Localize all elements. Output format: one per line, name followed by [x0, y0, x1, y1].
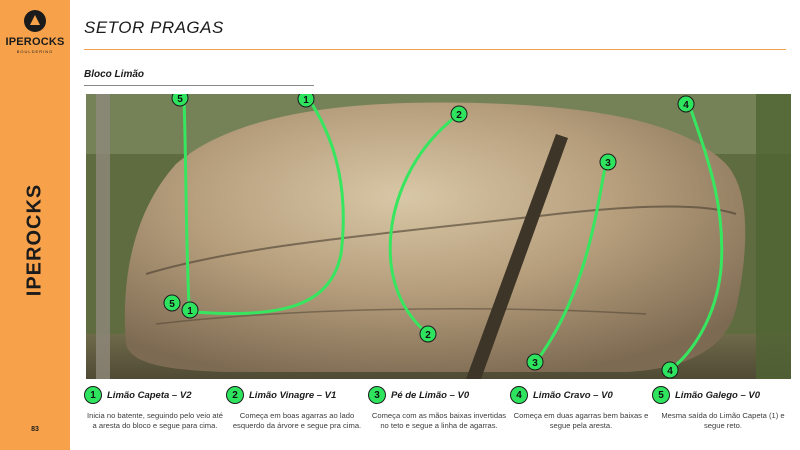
svg-text:3: 3: [605, 158, 611, 169]
sidebar: IPEROCKS BOULDERING IPEROCKS 83: [0, 0, 70, 450]
svg-text:3: 3: [532, 358, 538, 369]
marker-end-2: 2: [419, 325, 437, 343]
subtitle-divider: [84, 85, 314, 86]
route-number-badge: 2: [226, 386, 244, 404]
page-title: SETOR PRAGAS: [84, 18, 224, 37]
brand-logo: IPEROCKS BOULDERING: [0, 10, 70, 54]
tree-trunk-left: [96, 94, 110, 379]
title-divider: [84, 49, 786, 50]
route-item-5: 5 Limão Galego – V0 Mesma saída do Limão…: [652, 386, 794, 431]
foliage-right: [756, 94, 791, 379]
route-number-badge: 1: [84, 386, 102, 404]
route-description: Inicia no batente, seguindo pelo veio at…: [87, 411, 223, 430]
route-number-badge: 5: [652, 386, 670, 404]
route-number-badge: 3: [368, 386, 386, 404]
marker-end-4: 4: [661, 361, 679, 379]
route-header: 1 Limão Capeta – V2: [84, 386, 226, 404]
route-number-badge: 4: [510, 386, 528, 404]
route-header: 2 Limão Vinagre – V1: [226, 386, 368, 404]
route-item-4: 4 Limão Cravo – V0 Começa em duas agarra…: [510, 386, 652, 431]
svg-text:4: 4: [667, 366, 673, 377]
svg-text:1: 1: [187, 306, 193, 317]
svg-text:4: 4: [683, 100, 689, 111]
route-name: Limão Cravo – V0: [533, 389, 613, 401]
marker-end-5: 5: [163, 294, 181, 312]
svg-text:2: 2: [425, 330, 431, 341]
svg-text:1: 1: [303, 95, 309, 106]
route-description: Começa em duas agarras bem baixas e segu…: [513, 411, 649, 430]
route-name: Limão Galego – V0: [675, 389, 760, 401]
marker-start-4: 4: [677, 95, 695, 113]
marker-start-1: 1: [297, 94, 315, 108]
svg-text:5: 5: [177, 94, 183, 105]
route-item-1: 1 Limão Capeta – V2 Inicia no batente, s…: [84, 386, 226, 431]
boulder-photo: 5 1 2 3 4 5 1 2 3 4: [86, 94, 791, 379]
marker-end-1: 1: [181, 301, 199, 319]
logo-text: IPEROCKS: [5, 36, 65, 48]
svg-text:2: 2: [456, 110, 462, 121]
route-header: 3 Pé de Limão – V0: [368, 386, 510, 404]
mountain-fist-icon: [24, 10, 46, 32]
marker-start-3: 3: [599, 153, 617, 171]
vertical-brand: IPEROCKS: [23, 183, 46, 297]
route-name: Limão Capeta – V2: [107, 389, 192, 401]
route-item-2: 2 Limão Vinagre – V1 Começa em boas agar…: [226, 386, 368, 431]
logo-subtext: BOULDERING: [16, 49, 54, 54]
route-header: 4 Limão Cravo – V0: [510, 386, 652, 404]
svg-text:5: 5: [169, 299, 175, 310]
marker-start-5: 5: [171, 94, 189, 107]
route-description: Começa em boas agarras ao lado esquerdo …: [232, 411, 362, 430]
route-list: 1 Limão Capeta – V2 Inicia no batente, s…: [84, 386, 794, 446]
marker-start-2: 2: [450, 105, 468, 123]
route-description: Começa com as mãos baixas invertidas no …: [371, 411, 507, 430]
route-description: Mesma saída do Limão Capeta (1) e segue …: [661, 411, 785, 430]
boulder-topo-svg: 5 1 2 3 4 5 1 2 3 4: [86, 94, 791, 379]
route-name: Limão Vinagre – V1: [249, 389, 337, 401]
page-number: 83: [31, 426, 39, 433]
route-item-3: 3 Pé de Limão – V0 Começa com as mãos ba…: [368, 386, 510, 431]
route-name: Pé de Limão – V0: [391, 389, 470, 401]
section-subtitle: Bloco Limão: [84, 69, 145, 80]
route-header: 5 Limão Galego – V0: [652, 386, 794, 404]
marker-end-3: 3: [526, 353, 544, 371]
